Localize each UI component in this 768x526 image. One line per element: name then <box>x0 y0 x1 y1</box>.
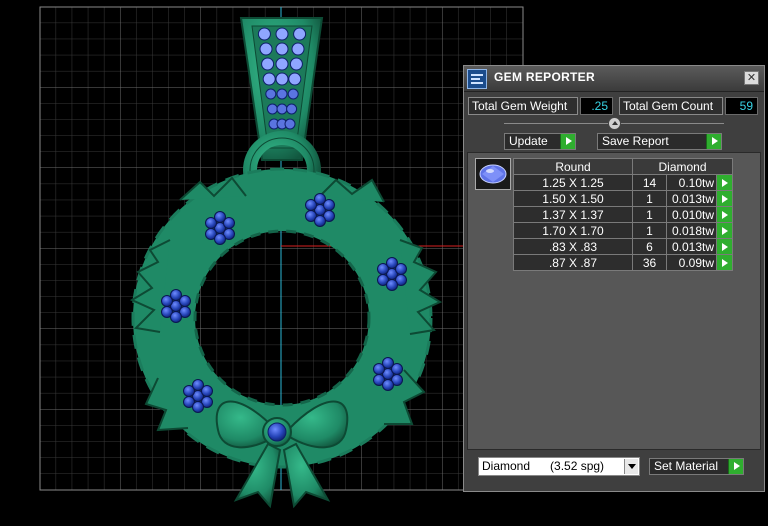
gem-table: Round Diamond 1.25 X 1.25 14 0.10tw 1.50 X … <box>513 158 733 271</box>
table-row: 1.25 X 1.25 14 0.10tw <box>513 174 733 191</box>
gem-size: .83 X .83 <box>513 238 633 255</box>
gem-size: .87 X .87 <box>513 254 633 271</box>
bail-stone <box>261 57 275 71</box>
play-arrow-icon <box>560 134 575 149</box>
gem-reporter-panel: GEM REPORTER ✕ Total Gem Weight .25 Tota… <box>463 65 765 492</box>
chevron-down-icon[interactable] <box>624 459 638 474</box>
gem-reporter-app-icon <box>467 69 487 89</box>
gem-quantity: 6 <box>632 238 667 255</box>
total-gem-count-label: Total Gem Count <box>619 97 723 115</box>
row-select-arrow-icon[interactable] <box>716 174 733 191</box>
bail-stone <box>262 72 276 86</box>
table-row: .87 X .87 36 0.09tw <box>513 254 733 271</box>
panel-titlebar[interactable]: GEM REPORTER ✕ <box>464 66 764 92</box>
round-gem-icon <box>475 158 511 190</box>
bail-stone <box>257 27 271 41</box>
row-select-arrow-icon[interactable] <box>716 222 733 239</box>
update-button-label: Update <box>509 134 548 148</box>
row-select-arrow-icon[interactable] <box>716 206 733 223</box>
gem-weight: 0.013tw <box>666 238 717 255</box>
gem-size: 1.50 X 1.50 <box>513 190 633 207</box>
bail-stone <box>289 57 303 71</box>
bail-stone <box>286 103 298 115</box>
save-report-button[interactable]: Save Report <box>597 133 722 150</box>
gem-quantity: 14 <box>632 174 667 191</box>
bail-stone <box>259 42 273 56</box>
bail-stone <box>287 88 299 100</box>
table-row: 1.70 X 1.70 1 0.018tw <box>513 222 733 239</box>
set-material-button[interactable]: Set Material <box>649 458 744 475</box>
bail-stone <box>276 88 288 100</box>
bail-stone <box>266 103 278 115</box>
bail-stone <box>291 42 305 56</box>
bail-stone <box>276 103 288 115</box>
gem-quantity: 36 <box>632 254 667 271</box>
play-arrow-icon <box>728 459 743 474</box>
table-row: 1.50 X 1.50 1 0.013tw <box>513 190 733 207</box>
gem-weight: 0.018tw <box>666 222 717 239</box>
material-dropdown-value: Diamond (3.52 spg) <box>482 459 605 473</box>
gem-quantity: 1 <box>632 190 667 207</box>
column-header-material: Diamond <box>632 158 733 175</box>
set-material-button-label: Set Material <box>654 459 719 473</box>
panel-title: GEM REPORTER <box>494 70 595 84</box>
bail-stone <box>293 27 307 41</box>
save-report-button-label: Save Report <box>602 134 669 148</box>
bail-stone <box>275 42 289 56</box>
total-gem-weight-value: .25 <box>580 97 613 115</box>
gem-weight: 0.09tw <box>666 254 717 271</box>
table-row: 1.37 X 1.37 1 0.010tw <box>513 206 733 223</box>
gem-size: 1.37 X 1.37 <box>513 206 633 223</box>
gem-size: 1.70 X 1.70 <box>513 222 633 239</box>
collapse-toggle-icon[interactable] <box>608 117 621 130</box>
close-icon[interactable]: ✕ <box>744 71 759 85</box>
table-header-row: Round Diamond <box>513 158 733 175</box>
gem-quantity: 1 <box>632 222 667 239</box>
update-button[interactable]: Update <box>504 133 576 150</box>
row-select-arrow-icon[interactable] <box>716 238 733 255</box>
material-dropdown[interactable]: Diamond (3.52 spg) <box>478 457 640 476</box>
table-row: .83 X .83 6 0.013tw <box>513 238 733 255</box>
report-area: Round Diamond 1.25 X 1.25 14 0.10tw 1.50 X … <box>467 152 761 450</box>
gem-weight: 0.013tw <box>666 190 717 207</box>
gem-size: 1.25 X 1.25 <box>513 174 633 191</box>
row-select-arrow-icon[interactable] <box>716 190 733 207</box>
column-header-shape: Round <box>513 158 633 175</box>
total-gem-count-value: 59 <box>725 97 758 115</box>
gem-quantity: 1 <box>632 206 667 223</box>
bail-stone <box>265 88 277 100</box>
play-arrow-icon <box>706 134 721 149</box>
bail-stone <box>284 118 296 130</box>
bail-stone <box>275 27 289 41</box>
bail-stone <box>275 57 289 71</box>
row-select-arrow-icon[interactable] <box>716 254 733 271</box>
bail-stone <box>288 72 302 86</box>
gem-weight: 0.10tw <box>666 174 717 191</box>
gem-weight: 0.010tw <box>666 206 717 223</box>
bail-stone <box>275 72 289 86</box>
total-gem-weight-label: Total Gem Weight <box>468 97 578 115</box>
